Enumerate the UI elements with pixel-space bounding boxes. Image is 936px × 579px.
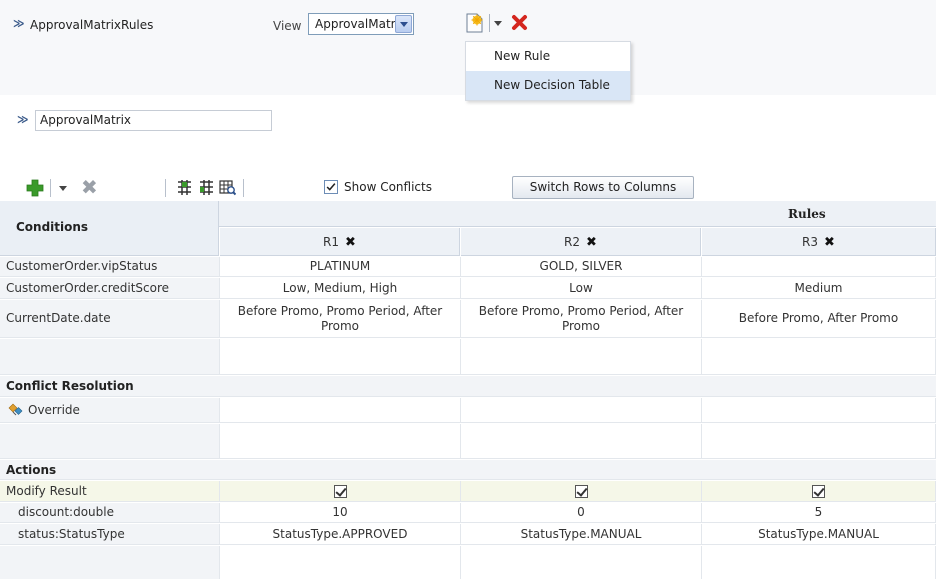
override-row: Override: [0, 398, 936, 423]
condition-cell[interactable]: Before Promo, Promo Period, After Promo: [461, 300, 702, 337]
action-param-cell[interactable]: 5: [702, 503, 936, 522]
rule-name: R2: [564, 235, 581, 249]
condition-cell[interactable]: Before Promo, Promo Period, After Promo: [220, 300, 461, 337]
view-select-value: ApprovalMatrix: [315, 17, 407, 31]
view-label: View: [273, 19, 302, 33]
rule-header-r3[interactable]: R3 ✖: [702, 228, 936, 256]
new-rule-icon[interactable]: [464, 12, 485, 34]
compact-table-icon[interactable]: [219, 179, 236, 196]
condition-cell[interactable]: Before Promo, After Promo: [702, 300, 936, 337]
actions-title: Actions: [6, 463, 57, 477]
conditions-header: Conditions: [0, 201, 219, 256]
action-param-cell[interactable]: StatusType.MANUAL: [461, 524, 702, 544]
add-dropdown-arrow-icon[interactable]: [59, 186, 67, 191]
empty-cell: [220, 424, 461, 458]
rule-name: R3: [802, 235, 819, 249]
empty-cell: [461, 339, 702, 374]
condition-label[interactable]: CustomerOrder.vipStatus: [0, 257, 220, 276]
split-table-icon[interactable]: [198, 179, 215, 196]
empty-label-cell: [0, 339, 220, 374]
action-param-label[interactable]: status:StatusType: [0, 524, 220, 544]
decision-table-grid: Conditions Rules R1 ✖ R2 ✖ R3 ✖ CustomerOrd…: [0, 201, 936, 579]
conflict-resolution-title: Conflict Resolution: [6, 379, 134, 393]
empty-row: [0, 424, 936, 459]
action-param-cell[interactable]: 0: [461, 503, 702, 522]
rules-header: Rules: [788, 207, 826, 221]
modify-result-row: Modify Result: [0, 481, 936, 502]
chevron-down-icon[interactable]: [395, 15, 412, 33]
condition-cell[interactable]: Low, Medium, High: [220, 278, 461, 298]
switch-rows-columns-button[interactable]: Switch Rows to Columns: [512, 176, 694, 199]
delete-rule-icon[interactable]: ✖: [586, 235, 597, 250]
action-param-cell[interactable]: StatusType.MANUAL: [702, 524, 936, 544]
insert-bucket-icon[interactable]: [176, 179, 193, 196]
override-cell[interactable]: [702, 398, 936, 422]
empty-cell: [702, 546, 936, 579]
new-dropdown-arrow-icon[interactable]: [494, 21, 502, 26]
rule-name: R1: [323, 235, 340, 249]
ruleset-title: ApprovalMatrixRules: [30, 18, 154, 32]
empty-cell: [220, 339, 461, 374]
empty-cell: [220, 546, 461, 579]
split-separator: [489, 14, 490, 32]
toolbar-separator: [50, 179, 51, 197]
rule-header-r2[interactable]: R2 ✖: [461, 228, 701, 256]
delete-row-icon[interactable]: ✖: [81, 177, 98, 197]
show-conflicts-label: Show Conflicts: [344, 180, 432, 194]
action-label[interactable]: Modify Result: [0, 481, 220, 501]
empty-cell: [702, 424, 936, 458]
override-icon: [8, 403, 23, 416]
action-param-label[interactable]: discount:double: [0, 503, 220, 522]
delete-rule-icon[interactable]: ✖: [345, 235, 356, 250]
override-cell[interactable]: [220, 398, 461, 422]
toolbar-separator: [243, 179, 244, 197]
action-param-cell[interactable]: StatusType.APPROVED: [220, 524, 461, 544]
toolbar-separator: [165, 179, 166, 197]
add-icon[interactable]: [26, 179, 44, 197]
collapse-ruleset-icon[interactable]: ≫: [13, 17, 25, 30]
decision-table-name-field[interactable]: ApprovalMatrix: [35, 110, 272, 131]
empty-cell: [702, 339, 936, 374]
view-select[interactable]: ApprovalMatrix: [308, 13, 414, 35]
empty-cell: [461, 424, 702, 458]
condition-cell[interactable]: GOLD, SILVER: [461, 257, 702, 276]
condition-label[interactable]: CurrentDate.date: [0, 300, 220, 337]
menu-item-new-rule[interactable]: New Rule: [466, 42, 630, 71]
action-enabled-checkbox[interactable]: [812, 484, 825, 498]
action-param-cell[interactable]: 10: [220, 503, 461, 522]
action-enabled-checkbox[interactable]: [574, 484, 588, 498]
conflict-resolution-section: Conflict Resolution: [0, 376, 936, 397]
condition-label[interactable]: CustomerOrder.creditScore: [0, 278, 220, 298]
action-enabled-cell[interactable]: [220, 481, 461, 501]
override-label: Override: [28, 402, 80, 417]
override-cell[interactable]: [461, 398, 702, 422]
condition-cell[interactable]: PLATINUM: [220, 257, 461, 276]
condition-cell[interactable]: Low: [461, 278, 702, 298]
actions-section: Actions: [0, 460, 936, 480]
empty-cell: [461, 546, 702, 579]
empty-row: [0, 546, 936, 579]
action-enabled-cell[interactable]: [461, 481, 702, 501]
condition-cell[interactable]: Medium: [702, 278, 936, 298]
condition-row: CurrentDate.date Before Promo, Promo Per…: [0, 300, 936, 338]
action-param-row: discount:double 10 0 5: [0, 503, 936, 523]
delete-rule-icon[interactable]: ✖: [824, 235, 835, 250]
action-param-row: status:StatusType StatusType.APPROVED St…: [0, 524, 936, 545]
condition-row: CustomerOrder.vipStatus PLATINUM GOLD, S…: [0, 257, 936, 277]
empty-label-cell: [0, 546, 220, 579]
table-toolbar: ✖ Show Conflicts Switch Rows to Columns: [0, 176, 936, 200]
action-enabled-checkbox[interactable]: [333, 484, 347, 498]
menu-item-new-decision-table[interactable]: New Decision Table: [466, 71, 630, 100]
new-menu: New Rule New Decision Table: [465, 41, 631, 101]
empty-label-cell: [0, 424, 220, 458]
empty-row: [0, 339, 936, 375]
condition-cell[interactable]: [702, 257, 936, 276]
override-label-cell[interactable]: Override: [0, 398, 220, 422]
show-conflicts-checkbox[interactable]: [324, 180, 338, 194]
rule-header-r1[interactable]: R1 ✖: [220, 228, 460, 256]
action-enabled-cell[interactable]: [702, 481, 936, 501]
collapse-table-icon[interactable]: ≫: [17, 113, 29, 126]
condition-row: CustomerOrder.creditScore Low, Medium, H…: [0, 278, 936, 299]
delete-icon[interactable]: [511, 14, 528, 31]
